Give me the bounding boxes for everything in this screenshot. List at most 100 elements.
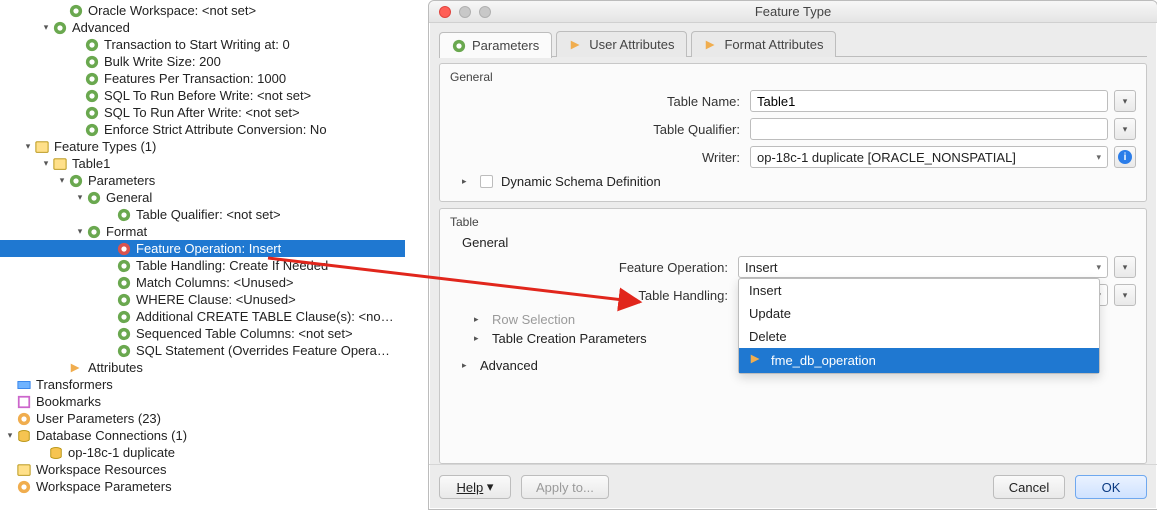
tree-item[interactable]: ▸Table Qualifier: <not set> xyxy=(0,206,405,223)
chevron-down-icon: ▾ xyxy=(1096,262,1101,273)
help-button[interactable]: Help ▾ xyxy=(439,475,511,499)
dynamic-schema-checkbox[interactable] xyxy=(480,175,493,188)
writer-select-value: op-18c-1 duplicate [ORACLE_NONSPATIAL] xyxy=(757,150,1016,165)
tree-item[interactable]: ▸ Oracle Workspace: <not set> xyxy=(0,2,405,19)
gear-icon xyxy=(52,20,68,36)
tree-item-format[interactable]: ▾ Format xyxy=(0,223,405,240)
feature-operation-dropdown: Insert Update Delete fme_db_operation xyxy=(738,278,1100,374)
tree-item[interactable]: ▸SQL Statement (Overrides Feature Opera… xyxy=(0,342,405,359)
dynamic-schema-toggle[interactable]: ▸ Dynamic Schema Definition xyxy=(462,174,1136,189)
tree-item-label: Enforce Strict Attribute Conversion: No xyxy=(104,121,327,138)
tab-label: Format Attributes xyxy=(724,37,823,52)
tree-item-feature-operation[interactable]: ▸Feature Operation: Insert xyxy=(0,240,405,257)
tree-item-transformers[interactable]: ▸Transformers xyxy=(0,376,405,393)
cancel-button[interactable]: Cancel xyxy=(993,475,1065,499)
table-name-menu-button[interactable]: ▾ xyxy=(1114,90,1136,112)
table-handling-menu-button[interactable]: ▾ xyxy=(1114,284,1136,306)
transformer-icon xyxy=(16,377,32,393)
tree-item-label: Transformers xyxy=(36,376,113,393)
info-icon: i xyxy=(1118,150,1132,164)
tree-item-label: Workspace Resources xyxy=(36,461,167,478)
tree-item[interactable]: ▸Match Columns: <Unused> xyxy=(0,274,405,291)
option-label: Insert xyxy=(749,283,782,298)
tree-item-workspace-resources[interactable]: ▸Workspace Resources xyxy=(0,461,405,478)
ok-button[interactable]: OK xyxy=(1075,475,1147,499)
tree-item[interactable]: ▸Features Per Transaction: 1000 xyxy=(0,70,405,87)
label-table-name: Table Name: xyxy=(450,94,750,109)
tree-item-label: Features Per Transaction: 1000 xyxy=(104,70,286,87)
tree-item-database-connections[interactable]: ▾ Database Connections (1) xyxy=(0,427,405,444)
table-name-input[interactable] xyxy=(750,90,1108,112)
tree-item-user-parameters[interactable]: ▸User Parameters (23) xyxy=(0,410,405,427)
writer-info-button[interactable]: i xyxy=(1114,146,1136,168)
feature-operation-option-insert[interactable]: Insert xyxy=(739,279,1099,302)
feature-operation-select[interactable]: Insert ▾ xyxy=(738,256,1108,278)
tree-item-advanced[interactable]: ▾ Advanced xyxy=(0,19,405,36)
writer-select[interactable]: op-18c-1 duplicate [ORACLE_NONSPATIAL] ▾ xyxy=(750,146,1108,168)
feature-operation-option-delete[interactable]: Delete xyxy=(739,325,1099,348)
gear-icon xyxy=(116,258,132,274)
tree-item-label: SQL To Run After Write: <not set> xyxy=(104,104,300,121)
tab-user-attributes[interactable]: User Attributes xyxy=(556,31,687,57)
apply-to-button[interactable]: Apply to... xyxy=(521,475,609,499)
gear-icon xyxy=(116,241,132,257)
gear-icon xyxy=(86,190,102,206)
tree-item[interactable]: ▸Sequenced Table Columns: <not set> xyxy=(0,325,405,342)
tree-item[interactable]: ▸Bulk Write Size: 200 xyxy=(0,53,405,70)
tree-item-label: WHERE Clause: <Unused> xyxy=(136,291,296,308)
dialog-buttons: Help ▾ Apply to... Cancel OK xyxy=(429,464,1157,509)
minimize-icon[interactable] xyxy=(459,6,471,18)
tree-item-label: General xyxy=(106,189,152,206)
tree-item[interactable]: ▸op-18c-1 duplicate xyxy=(0,444,405,461)
table-qualifier-input[interactable] xyxy=(750,118,1108,140)
tree-item[interactable]: ▸Additional CREATE TABLE Clause(s): <no… xyxy=(0,308,405,325)
arrow-right-icon xyxy=(68,360,84,376)
tree-item-general[interactable]: ▾ General xyxy=(0,189,405,206)
tree-item-label: Oracle Workspace: <not set> xyxy=(88,2,256,19)
tree-item[interactable]: ▸Table Handling: Create If Needed xyxy=(0,257,405,274)
gear-icon xyxy=(116,309,132,325)
tree-item[interactable]: ▸SQL To Run Before Write: <not set> xyxy=(0,87,405,104)
tree-item-label: Additional CREATE TABLE Clause(s): <no… xyxy=(136,308,394,325)
tree-item-label: Feature Types (1) xyxy=(54,138,156,155)
gear-icon xyxy=(68,173,84,189)
tree-item-label: SQL Statement (Overrides Feature Opera… xyxy=(136,342,390,359)
tree-item[interactable]: ▸Transaction to Start Writing at: 0 xyxy=(0,36,405,53)
option-label: fme_db_operation xyxy=(771,353,876,368)
tree-item-label: Workspace Parameters xyxy=(36,478,172,495)
tree-item-label: Bulk Write Size: 200 xyxy=(104,53,221,70)
tree-item-bookmarks[interactable]: ▸Bookmarks xyxy=(0,393,405,410)
tree-item-label: Advanced xyxy=(72,19,130,36)
tree-item-label: Bookmarks xyxy=(36,393,101,410)
feature-operation-option-update[interactable]: Update xyxy=(739,302,1099,325)
tree-item[interactable]: ▸SQL To Run After Write: <not set> xyxy=(0,104,405,121)
gear-icon xyxy=(68,3,84,19)
tree-item-label: Transaction to Start Writing at: 0 xyxy=(104,36,290,53)
gear-icon xyxy=(84,71,100,87)
tab-format-attributes[interactable]: Format Attributes xyxy=(691,31,836,57)
titlebar: Feature Type xyxy=(429,1,1157,23)
tree-item-label: Table Handling: Create If Needed xyxy=(136,257,328,274)
table-qualifier-menu-button[interactable]: ▾ xyxy=(1114,118,1136,140)
feature-operation-option-fme-db-operation[interactable]: fme_db_operation xyxy=(739,348,1099,373)
tab-label: Parameters xyxy=(472,38,539,53)
maximize-icon[interactable] xyxy=(479,6,491,18)
arrow-right-icon xyxy=(569,38,583,52)
tree-item-feature-types[interactable]: ▾ Feature Types (1) xyxy=(0,138,405,155)
feature-operation-menu-button[interactable]: ▾ xyxy=(1114,256,1136,278)
tree-item-table1[interactable]: ▾ Table1 xyxy=(0,155,405,172)
label-table-qualifier: Table Qualifier: xyxy=(450,122,750,137)
close-icon[interactable] xyxy=(439,6,451,18)
tree-item[interactable]: ▸WHERE Clause: <Unused> xyxy=(0,291,405,308)
feature-type-dialog: Feature Type Parameters User Attributes … xyxy=(428,0,1157,510)
navigator-tree[interactable]: ▸ Oracle Workspace: <not set> ▾ Advanced… xyxy=(0,0,405,510)
tree-item-attributes[interactable]: ▸ Attributes xyxy=(0,359,405,376)
window-controls xyxy=(439,6,491,18)
tab-parameters[interactable]: Parameters xyxy=(439,32,552,58)
gear-icon xyxy=(16,479,32,495)
tree-item-parameters[interactable]: ▾ Parameters xyxy=(0,172,405,189)
tree-item-label: Match Columns: <Unused> xyxy=(136,274,294,291)
table-creation-params-label: Table Creation Parameters xyxy=(492,331,647,346)
tree-item-workspace-parameters[interactable]: ▸Workspace Parameters xyxy=(0,478,405,495)
tree-item[interactable]: ▸Enforce Strict Attribute Conversion: No xyxy=(0,121,405,138)
